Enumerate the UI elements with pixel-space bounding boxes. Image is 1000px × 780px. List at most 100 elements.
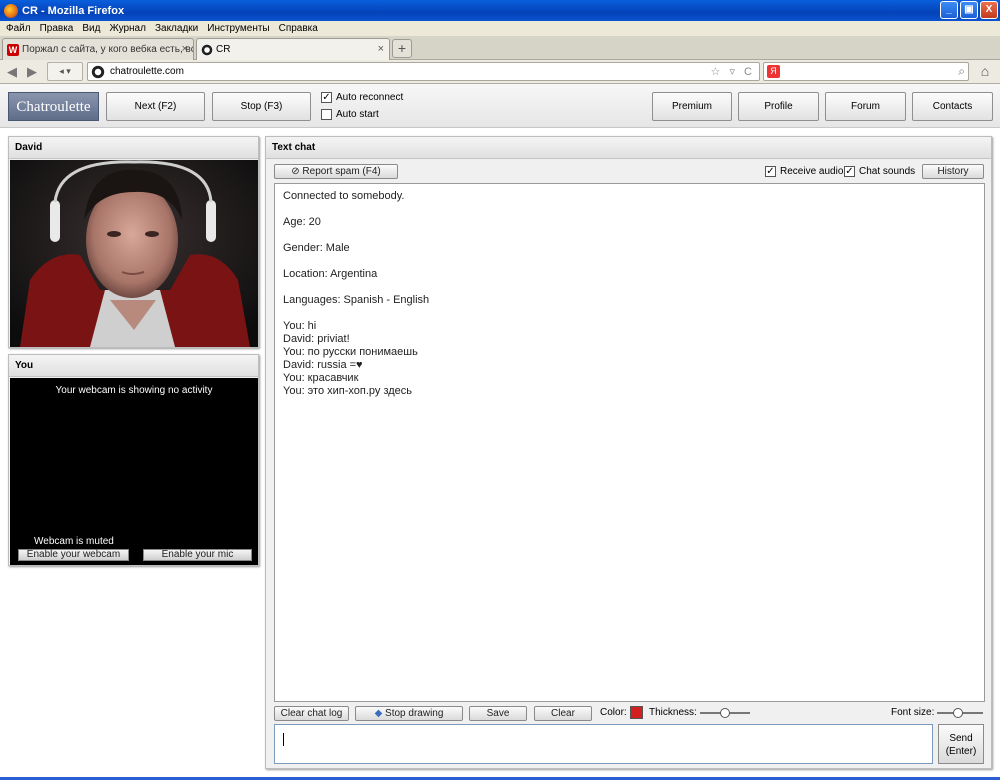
bookmark-star-icon[interactable]: ☆ ▿ C [711, 65, 755, 78]
chatroulette-logo[interactable]: Chatroulette [8, 92, 99, 121]
text-chat-title: Text chat [266, 137, 991, 159]
chat-line: Gender: Male [283, 242, 350, 254]
chat-line [283, 255, 976, 268]
clear-chat-log-button[interactable]: Clear chat log [274, 706, 349, 721]
chat-sounds-label: Chat sounds [859, 166, 916, 177]
send-label: Send [949, 733, 973, 744]
font-size-slider[interactable] [937, 707, 983, 719]
menu-bar: Файл Правка Вид Журнал Закладки Инструме… [0, 21, 1000, 36]
menu-bookmarks[interactable]: Закладки [155, 23, 198, 34]
enable-webcam-button[interactable]: Enable your webcam [18, 549, 129, 561]
pencil-icon: ◆ [374, 708, 386, 719]
auto-start-checkbox[interactable]: Auto start [321, 109, 379, 120]
report-spam-button[interactable]: ⊘ Report spam (F4) [274, 164, 398, 179]
identity-button[interactable]: ◂ ▾ [47, 62, 83, 81]
search-input[interactable]: Я ⌕ [763, 62, 969, 81]
partner-video-frame [10, 160, 258, 347]
navigation-bar: ◀ ▶ ◂ ▾ chatroulette.com ☆ ▿ C Я ⌕ ⌂ [0, 60, 1000, 84]
app-toolbar: Chatroulette Next (F2) Stop (F3) ✓ Auto … [0, 84, 1000, 128]
self-video-panel: You Your webcam is showing no activity W… [8, 354, 259, 566]
back-arrow-icon[interactable]: ◀ [4, 64, 20, 80]
new-tab-button[interactable]: + [392, 39, 412, 58]
chat-line: Languages: Spanish - English [283, 294, 430, 306]
self-webcam-area: Your webcam is showing no activity Webca… [10, 378, 258, 565]
yandex-icon[interactable]: Я [767, 65, 780, 78]
send-button[interactable]: Send (Enter) [938, 724, 984, 764]
auto-reconnect-label: Auto reconnect [336, 92, 404, 103]
contacts-button[interactable]: Contacts [912, 92, 993, 121]
font-size-label: Font size: [891, 707, 935, 718]
no-activity-text: Your webcam is showing no activity [55, 385, 213, 396]
menu-history[interactable]: Журнал [109, 23, 146, 34]
chat-sounds-checkbox[interactable]: ✓ Chat sounds [844, 166, 915, 177]
chatroulette-app: Chatroulette Next (F2) Stop (F3) ✓ Auto … [0, 84, 1000, 780]
thickness-slider[interactable] [700, 707, 750, 719]
chat-line [283, 307, 976, 320]
history-button[interactable]: History [922, 164, 984, 179]
chat-line: Age: 20 [283, 216, 321, 228]
search-icon[interactable]: ⌕ [958, 64, 965, 79]
forum-button[interactable]: Forum [825, 92, 906, 121]
stop-drawing-button[interactable]: ◆ Stop drawing [355, 706, 463, 721]
partner-name: David [9, 137, 258, 159]
premium-button[interactable]: Premium [652, 92, 732, 121]
chat-line [283, 229, 976, 242]
text-caret [283, 733, 284, 746]
chat-line [283, 203, 976, 216]
chat-line: You: по русски понимаешь [283, 346, 418, 358]
save-button[interactable]: Save [469, 706, 527, 721]
site-favicon-icon: W [7, 43, 19, 56]
webcam-muted-text: Webcam is muted [34, 536, 114, 547]
tab-close-icon[interactable]: × [378, 43, 384, 55]
menu-tools[interactable]: Инструменты [207, 23, 269, 34]
receive-audio-checkbox[interactable]: ✓ Receive audio [765, 166, 843, 177]
tab-strip: W Поржал с сайта, у кого вебка есть, вс.… [0, 36, 1000, 60]
chat-line: You: hi [283, 320, 317, 332]
profile-button[interactable]: Profile [738, 92, 819, 121]
color-picker-swatch[interactable] [630, 706, 643, 719]
checkbox-checked-icon: ✓ [321, 92, 332, 103]
color-label: Color: [600, 707, 627, 718]
menu-view[interactable]: Вид [82, 23, 100, 34]
window-title: CR - Mozilla Firefox [22, 4, 125, 17]
stop-button[interactable]: Stop (F3) [212, 92, 311, 121]
chatroulette-favicon-icon [201, 43, 213, 56]
menu-file[interactable]: Файл [6, 23, 31, 34]
chat-line: David: priviat! [283, 333, 350, 345]
chat-line: David: russia =♥ [283, 359, 363, 371]
self-panel-title: You [9, 355, 258, 377]
ban-icon: ⊘ [291, 166, 303, 177]
enable-mic-button[interactable]: Enable your mic [143, 549, 252, 561]
report-spam-label: Report spam (F4) [302, 166, 381, 177]
tab-cr[interactable]: CR × [196, 38, 390, 60]
menu-edit[interactable]: Правка [40, 23, 74, 34]
tab-close-icon[interactable]: × [182, 43, 188, 55]
site-identity-icon [91, 64, 105, 79]
forward-arrow-icon[interactable]: ▶ [24, 64, 40, 80]
firefox-icon [4, 3, 18, 18]
maximize-button[interactable]: ▣ [960, 1, 978, 19]
clear-button[interactable]: Clear [534, 706, 592, 721]
tab-label: CR [216, 44, 231, 55]
checkbox-checked-icon: ✓ [765, 166, 776, 177]
message-input[interactable] [274, 724, 933, 764]
chat-line: Location: Argentina [283, 268, 378, 280]
url-bar[interactable]: chatroulette.com ☆ ▿ C [87, 62, 760, 81]
menu-help[interactable]: Справка [279, 23, 318, 34]
url-text: chatroulette.com [110, 66, 184, 77]
thickness-label: Thickness: [649, 707, 697, 718]
chat-log[interactable]: Connected to somebody. Age: 20 Gender: M… [274, 183, 985, 702]
next-button[interactable]: Next (F2) [106, 92, 205, 121]
minimize-button[interactable]: _ [940, 1, 958, 19]
home-icon[interactable]: ⌂ [976, 63, 994, 80]
window-titlebar: CR - Mozilla Firefox _ ▣ X [0, 0, 1000, 21]
send-hint: (Enter) [945, 746, 977, 757]
chat-line: Connected to somebody. [283, 190, 405, 202]
checkbox-empty-icon [321, 109, 332, 120]
text-chat-panel: Text chat ⊘ Report spam (F4) ✓ Receive a… [265, 136, 992, 769]
tab-pikabu[interactable]: W Поржал с сайта, у кого вебка есть, вс.… [2, 38, 194, 60]
partner-video [10, 160, 258, 347]
auto-reconnect-checkbox[interactable]: ✓ Auto reconnect [321, 92, 403, 103]
close-window-button[interactable]: X [980, 1, 998, 19]
chat-line: You: красавчик [283, 372, 359, 384]
